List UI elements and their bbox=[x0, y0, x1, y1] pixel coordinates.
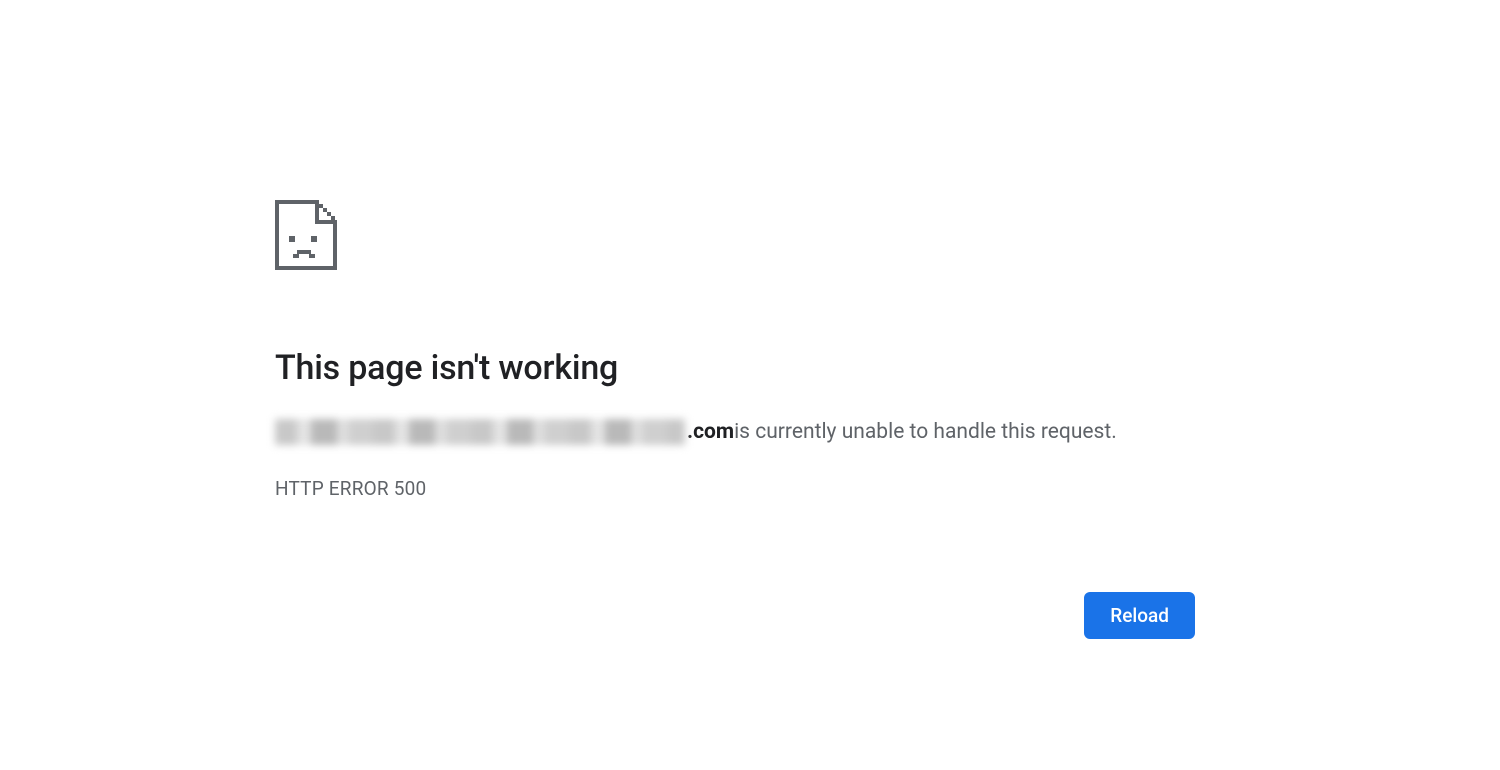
redacted-hostname bbox=[275, 419, 685, 445]
domain-suffix: .com bbox=[687, 417, 734, 447]
error-message: .com is currently unable to handle this … bbox=[275, 417, 1195, 447]
sad-page-icon bbox=[275, 200, 1195, 270]
reload-button[interactable]: Reload bbox=[1084, 592, 1195, 639]
error-code: HTTP ERROR 500 bbox=[275, 477, 1195, 500]
error-icon-wrap bbox=[275, 200, 1195, 270]
actions-row: Reload bbox=[275, 592, 1195, 639]
error-page-container: This page isn't working .com is currentl… bbox=[275, 200, 1195, 639]
error-heading: This page isn't working bbox=[275, 348, 1195, 389]
error-message-text: is currently unable to handle this reque… bbox=[734, 417, 1117, 447]
